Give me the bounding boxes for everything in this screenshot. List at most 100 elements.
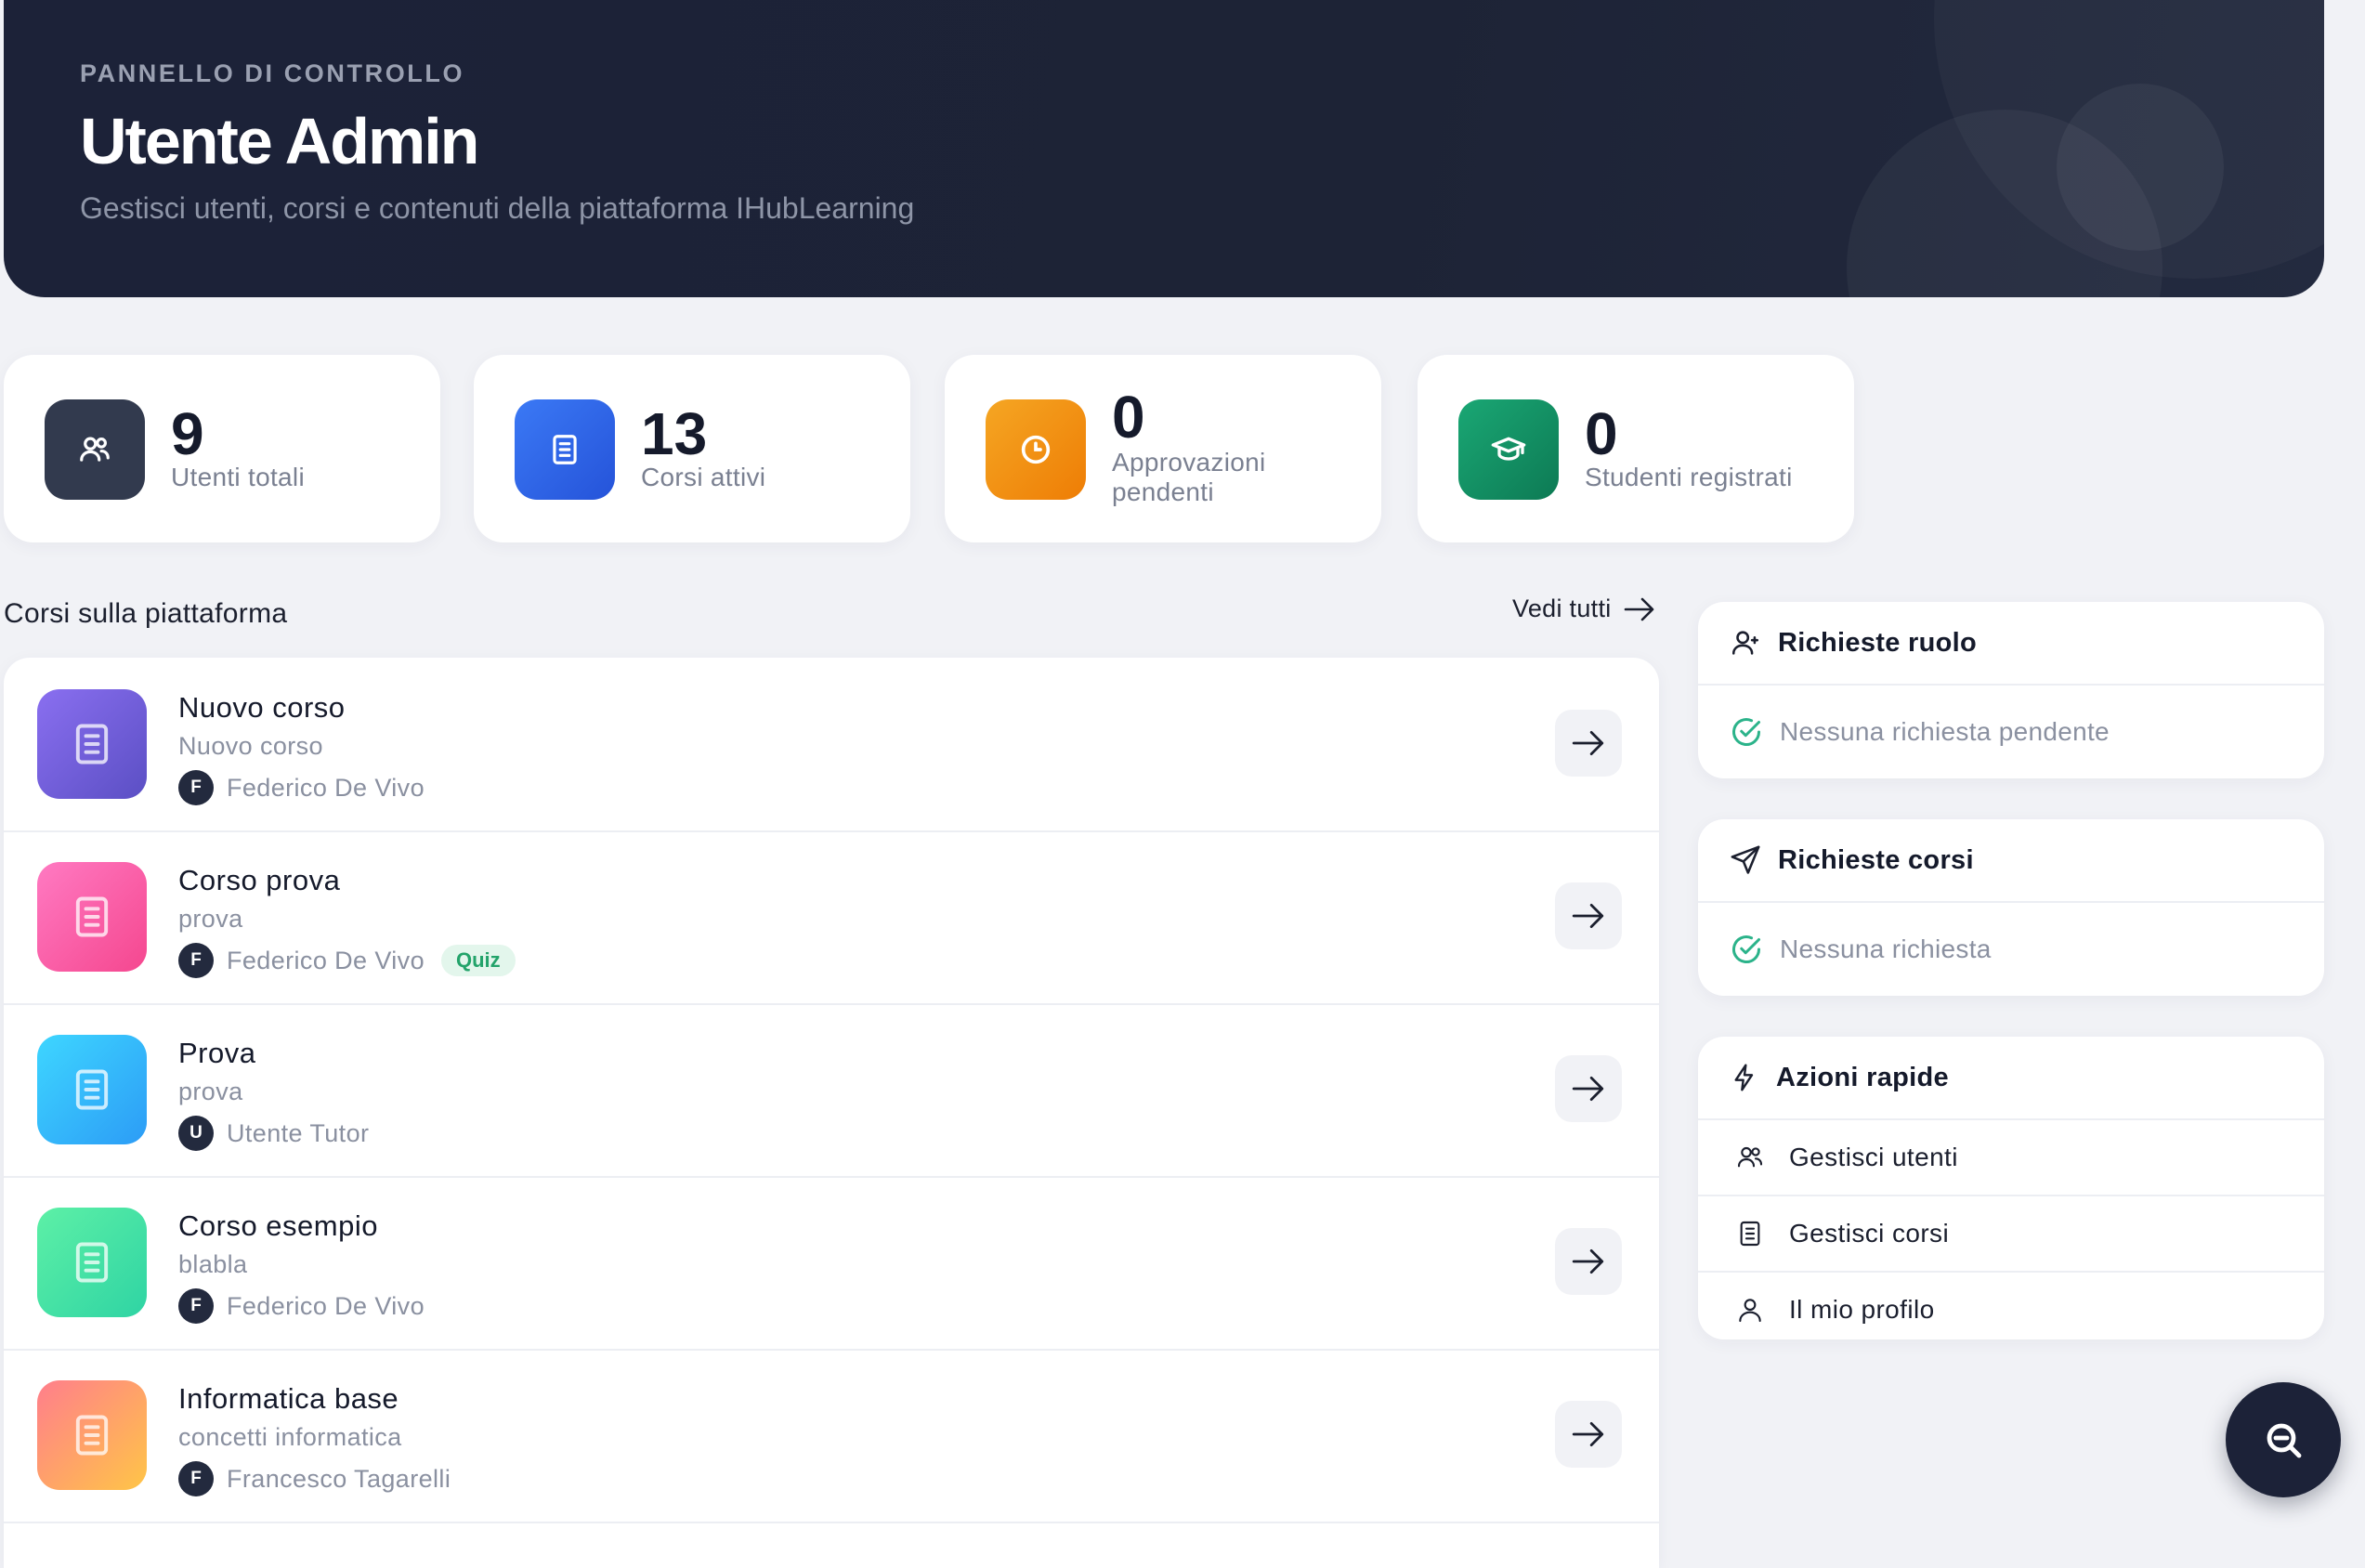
open-course-button[interactable] [1555, 710, 1622, 777]
open-course-button[interactable] [1555, 1055, 1622, 1122]
course-requests-panel: Richieste corsi Nessuna richiesta [1698, 819, 2324, 996]
lightning-icon [1730, 1062, 1759, 1093]
quick-actions-panel: Azioni rapide Gestisci utenti Gestisci c… [1698, 1037, 2324, 1339]
stat-card-students: 0 Studenti registrati [1418, 355, 1854, 542]
course-author: U Utente Tutor [178, 1115, 369, 1152]
open-course-button[interactable] [1555, 1228, 1622, 1295]
stat-card-courses: 13 Corsi attivi [474, 355, 910, 542]
user-icon [1735, 1295, 1765, 1325]
quick-actions-list: Gestisci utenti Gestisci corsi Il mio pr… [1698, 1120, 2324, 1339]
panel-header: Azioni rapide [1698, 1037, 2324, 1120]
panel-title: Richieste corsi [1778, 844, 1974, 875]
course-book-icon [37, 862, 147, 972]
avatar: F [178, 770, 214, 805]
empty-message: Nessuna richiesta [1780, 934, 1992, 963]
chat-search-button[interactable] [2226, 1382, 2341, 1497]
panel-header: Richieste ruolo [1698, 602, 2324, 686]
users-icon [1735, 1143, 1765, 1172]
course-subtitle: concetti informatica [178, 1423, 402, 1451]
book-icon [515, 399, 615, 500]
header-eyebrow: PANNELLO DI CONTROLLO [80, 59, 465, 87]
open-course-button[interactable] [1555, 1401, 1622, 1468]
check-circle-icon [1730, 933, 1763, 966]
search-chat-icon [2261, 1418, 2306, 1462]
course-book-icon [37, 689, 147, 799]
check-circle-icon [1730, 715, 1763, 749]
course-row[interactable]: Informatica base concetti informatica F … [4, 1349, 1659, 1523]
author-name: Utente Tutor [227, 1118, 370, 1147]
course-author: F Federico De Vivo [178, 1287, 425, 1325]
quick-action-manage-users[interactable]: Gestisci utenti [1698, 1120, 2324, 1195]
quick-action-label: Gestisci utenti [1789, 1143, 1958, 1171]
arrow-right-icon [1572, 1077, 1604, 1101]
course-subtitle: blabla [178, 1250, 248, 1278]
course-title: Corso prova [178, 864, 341, 896]
open-course-button[interactable] [1555, 882, 1622, 949]
author-name: Federico De Vivo [227, 946, 425, 974]
arrow-right-icon [1572, 1249, 1604, 1274]
see-all-label: Vedi tutti [1512, 595, 1612, 622]
decorative-circle [2057, 84, 2224, 251]
stat-value: 0 [1585, 400, 1618, 467]
author-name: Federico De Vivo [227, 1291, 425, 1320]
avatar: F [178, 1288, 214, 1324]
panel-title: Azioni rapide [1776, 1062, 1949, 1092]
author-name: Federico De Vivo [227, 773, 425, 802]
course-row[interactable]: Prova prova U Utente Tutor [4, 1003, 1659, 1178]
stat-value: 13 [641, 400, 708, 467]
panel-empty-state: Nessuna richiesta pendente [1698, 686, 2324, 778]
arrow-right-icon [1572, 904, 1604, 928]
course-book-icon [37, 1208, 147, 1317]
avatar: F [178, 943, 214, 978]
course-book-icon [37, 1380, 147, 1490]
stat-label: Approvazioni pendenti [1112, 448, 1266, 506]
dashboard-header: PANNELLO DI CONTROLLO Utente Admin Gesti… [4, 0, 2324, 297]
course-subtitle: prova [178, 1078, 243, 1105]
course-book-icon [37, 1035, 147, 1144]
clock-icon [986, 399, 1086, 500]
graduation-cap-icon [1458, 399, 1559, 500]
stat-value: 0 [1112, 384, 1145, 451]
stat-label: Utenti totali [171, 463, 305, 491]
arrow-right-icon [1572, 1422, 1604, 1446]
quick-action-my-profile[interactable]: Il mio profilo [1698, 1271, 2324, 1339]
avatar: U [178, 1116, 214, 1151]
send-icon [1730, 844, 1761, 876]
course-title: Informatica base [178, 1382, 399, 1415]
stat-card-approvals: 0 Approvazioni pendenti [945, 355, 1381, 542]
panel-title: Richieste ruolo [1778, 627, 1977, 658]
header-subtitle: Gestisci utenti, corsi e contenuti della… [80, 191, 915, 225]
arrow-right-icon [1572, 731, 1604, 755]
panel-header: Richieste corsi [1698, 819, 2324, 903]
course-row[interactable]: Nuovo corso Nuovo corso F Federico De Vi… [4, 658, 1659, 832]
panel-empty-state: Nessuna richiesta [1698, 903, 2324, 996]
empty-message: Nessuna richiesta pendente [1780, 717, 2110, 746]
course-subtitle: prova [178, 905, 243, 933]
course-title: Corso esempio [178, 1209, 378, 1242]
course-list: Nuovo corso Nuovo corso F Federico De Vi… [4, 658, 1659, 1568]
see-all-link[interactable]: Vedi tutti [1512, 595, 1656, 623]
avatar: F [178, 1461, 214, 1496]
stat-label: Studenti registrati [1585, 463, 1793, 491]
quiz-badge: Quiz [441, 945, 516, 976]
course-title: Prova [178, 1037, 256, 1069]
quick-action-label: Gestisci corsi [1789, 1219, 1950, 1248]
course-row[interactable]: Corso esempio blabla F Federico De Vivo [4, 1176, 1659, 1351]
arrow-right-icon [1623, 595, 1656, 623]
course-author: F Federico De Vivo [178, 769, 425, 806]
course-row[interactable]: Corso prova prova F Federico De Vivo Qui… [4, 830, 1659, 1005]
stat-label: Corsi attivi [641, 463, 766, 491]
course-subtitle: Nuovo corso [178, 732, 323, 760]
page-title: Utente Admin [80, 105, 479, 177]
stat-value: 9 [171, 400, 204, 467]
author-name: Francesco Tagarelli [227, 1464, 451, 1493]
section-title-courses: Corsi sulla piattaforma [4, 598, 288, 629]
course-author: F Francesco Tagarelli [178, 1460, 451, 1497]
quick-action-manage-courses[interactable]: Gestisci corsi [1698, 1195, 2324, 1271]
role-requests-panel: Richieste ruolo Nessuna richiesta penden… [1698, 602, 2324, 778]
users-icon [45, 399, 145, 500]
quick-action-label: Il mio profilo [1789, 1295, 1935, 1324]
document-icon [1735, 1219, 1765, 1248]
course-author: F Federico De Vivo Quiz [178, 942, 516, 979]
stat-card-users: 9 Utenti totali [4, 355, 440, 542]
